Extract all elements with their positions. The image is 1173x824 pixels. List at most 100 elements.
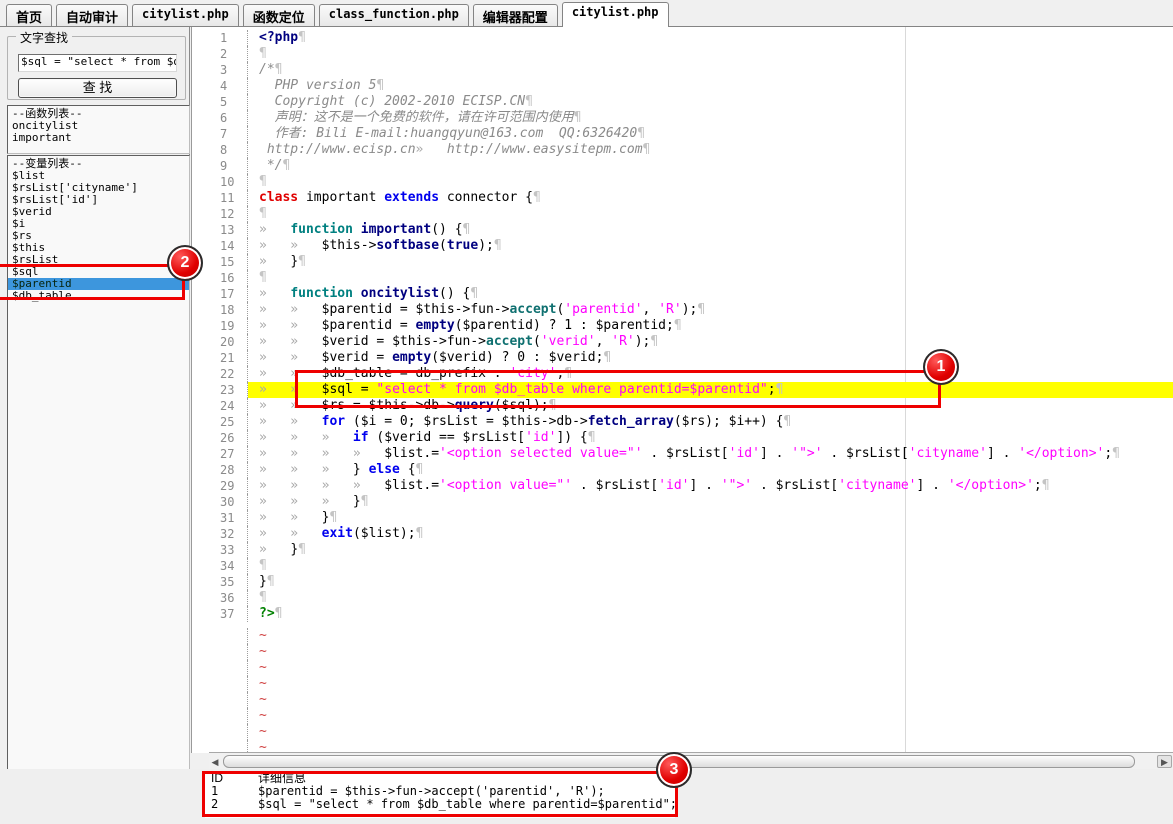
variable-list-item[interactable]: $i [8, 218, 189, 230]
line-number: 8 [192, 142, 248, 158]
editor-lines: 1<?php¶2¶3/*¶4 PHP version 5¶5 Copyright… [192, 27, 1173, 753]
function-list-item[interactable]: important [8, 132, 189, 144]
empty-line: ~ [192, 676, 1173, 692]
code-text: » » $this->softbase(true);¶ [248, 238, 1173, 254]
line-number: 2 [192, 46, 248, 62]
code-line-20: 20» » $verid = $this->fun->accept('verid… [192, 334, 1173, 350]
line-number: 7 [192, 126, 248, 142]
empty-line: ~ [192, 644, 1173, 660]
line-number [192, 692, 248, 708]
line-number: 13 [192, 222, 248, 238]
tab-函数定位[interactable]: 函数定位 [243, 4, 315, 26]
line-number: 5 [192, 94, 248, 110]
code-text: ~ [248, 644, 1173, 660]
code-text: http://www.ecisp.cn» http://www.easysite… [248, 142, 1173, 158]
tab-编辑器配置[interactable]: 编辑器配置 [473, 4, 558, 26]
tab-首页[interactable]: 首页 [6, 4, 52, 26]
line-number: 28 [192, 462, 248, 478]
code-text: » » $verid = $this->fun->accept('verid',… [248, 334, 1173, 350]
code-line-23: 23» » $sql = "select * from $db_table wh… [192, 382, 1173, 398]
code-text: » » $sql = "select * from $db_table wher… [248, 382, 1173, 398]
text-search-groupbox: 文字查找 $sql = "select * from $db_ta 查 找 [7, 36, 186, 100]
code-text: » » $parentid = empty($parentid) ? 1 : $… [248, 318, 1173, 334]
detail-row[interactable]: 2$sql = "select * from $db_table where p… [205, 798, 675, 811]
line-number: 26 [192, 430, 248, 446]
detail-header-info: 详细信息 [258, 772, 675, 785]
code-text: » » » }¶ [248, 494, 1173, 510]
code-line-32: 32» » exit($list);¶ [192, 526, 1173, 542]
code-text: <?php¶ [248, 30, 1173, 46]
line-number: 37 [192, 606, 248, 622]
detail-row[interactable]: 1$parentid = $this->fun->accept('parenti… [205, 785, 675, 798]
bottom-panel: ID详细信息1$parentid = $this->fun->accept('p… [0, 769, 1173, 824]
code-text: ¶ [248, 174, 1173, 190]
empty-line: ~ [192, 724, 1173, 740]
line-number: 4 [192, 78, 248, 94]
code-text: ¶ [248, 270, 1173, 286]
detail-header-row: ID详细信息 [205, 772, 675, 785]
code-line-15: 15» }¶ [192, 254, 1173, 270]
variable-list-item[interactable]: $db_table [8, 290, 189, 302]
code-line-16: 16¶ [192, 270, 1173, 286]
code-text: ¶ [248, 558, 1173, 574]
code-line-31: 31» » }¶ [192, 510, 1173, 526]
search-input[interactable]: $sql = "select * from $db_ta [18, 54, 177, 72]
empty-line: ~ [192, 692, 1173, 708]
line-number: 34 [192, 558, 248, 574]
line-number: 27 [192, 446, 248, 462]
scrollbar-left-arrow-icon[interactable]: ◀ [209, 756, 221, 768]
variable-list-item[interactable]: $verid [8, 206, 189, 218]
code-text: 作者: Bili E-mail:huangqyun@163.com QQ:632… [248, 126, 1173, 142]
sidebar: 文字查找 $sql = "select * from $db_ta 查 找 --… [0, 27, 190, 824]
code-editor[interactable]: 1<?php¶2¶3/*¶4 PHP version 5¶5 Copyright… [191, 27, 1173, 753]
line-number: 23 [192, 382, 248, 398]
line-number [192, 644, 248, 660]
line-number [192, 676, 248, 692]
tab-class_function.php[interactable]: class_function.php [319, 4, 469, 26]
search-button[interactable]: 查 找 [18, 78, 177, 98]
annotation-badge-2: 2 [167, 245, 203, 281]
code-text: class important extends connector {¶ [248, 190, 1173, 206]
line-number: 30 [192, 494, 248, 510]
code-text: » » $db_table = db_prefix . 'city';¶ [248, 366, 1173, 382]
line-number: 32 [192, 526, 248, 542]
code-text: }¶ [248, 574, 1173, 590]
tab-citylist.php[interactable]: citylist.php [132, 4, 239, 26]
code-text: » }¶ [248, 542, 1173, 558]
code-text: » » » » $list.='<option value="' . $rsLi… [248, 478, 1173, 494]
code-text: ~ [248, 724, 1173, 740]
line-number: 24 [192, 398, 248, 414]
code-text: » » $rs = $this->db->query($sql);¶ [248, 398, 1173, 414]
variable-list[interactable]: --变量列表--$list$rsList['cityname']$rsList[… [7, 155, 190, 824]
tab-自动审计[interactable]: 自动审计 [56, 4, 128, 26]
function-list[interactable]: --函数列表--oncitylistimportant [7, 105, 190, 154]
line-number: 14 [192, 238, 248, 254]
detail-row-text: $parentid = $this->fun->accept('parentid… [258, 785, 675, 798]
code-text: » }¶ [248, 254, 1173, 270]
tab-citylist.php[interactable]: citylist.php [562, 2, 669, 27]
line-number: 36 [192, 590, 248, 606]
code-line-27: 27» » » » $list.='<option selected value… [192, 446, 1173, 462]
code-text: » » }¶ [248, 510, 1173, 526]
line-number: 12 [192, 206, 248, 222]
code-text: ~ [248, 708, 1173, 724]
code-line-35: 35}¶ [192, 574, 1173, 590]
line-number: 11 [192, 190, 248, 206]
line-number: 1 [192, 30, 248, 46]
empty-line: ~ [192, 708, 1173, 724]
code-text: ¶ [248, 590, 1173, 606]
line-number: 25 [192, 414, 248, 430]
code-line-36: 36¶ [192, 590, 1173, 606]
text-search-title: 文字查找 [16, 29, 72, 46]
code-line-9: 9 */¶ [192, 158, 1173, 174]
line-number: 33 [192, 542, 248, 558]
line-number: 10 [192, 174, 248, 190]
tab-bar: 首页自动审计citylist.php函数定位class_function.php… [0, 0, 1173, 27]
line-number: 19 [192, 318, 248, 334]
code-text: ¶ [248, 206, 1173, 222]
detail-row-text: $sql = "select * from $db_table where pa… [258, 798, 675, 811]
code-line-24: 24» » $rs = $this->db->query($sql);¶ [192, 398, 1173, 414]
code-line-28: 28» » » } else {¶ [192, 462, 1173, 478]
line-number: 29 [192, 478, 248, 494]
scrollbar-right-arrow-icon[interactable]: ▶ [1157, 755, 1172, 768]
